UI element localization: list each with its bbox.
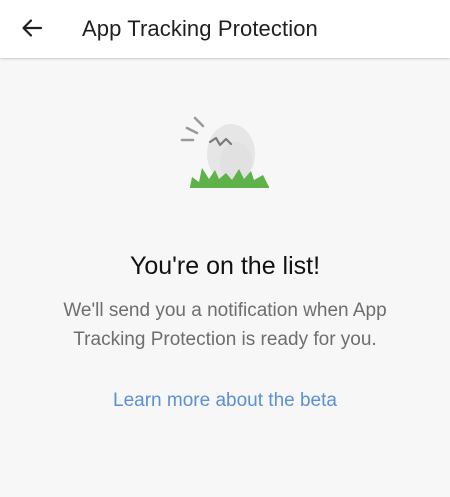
app-bar: App Tracking Protection bbox=[0, 0, 450, 58]
notification-message: We'll send you a notification when App T… bbox=[63, 300, 387, 350]
page-title: App Tracking Protection bbox=[82, 16, 318, 41]
back-button[interactable] bbox=[10, 8, 54, 48]
confirmation-headline: You're on the list! bbox=[129, 252, 321, 280]
learn-more-link[interactable]: Learn more about the beta bbox=[0, 386, 450, 416]
waitlist-confirmation: You're on the list! We'll send you a not… bbox=[0, 58, 450, 497]
arrow-left-icon bbox=[21, 18, 43, 38]
hatching-egg-icon bbox=[176, 112, 272, 192]
